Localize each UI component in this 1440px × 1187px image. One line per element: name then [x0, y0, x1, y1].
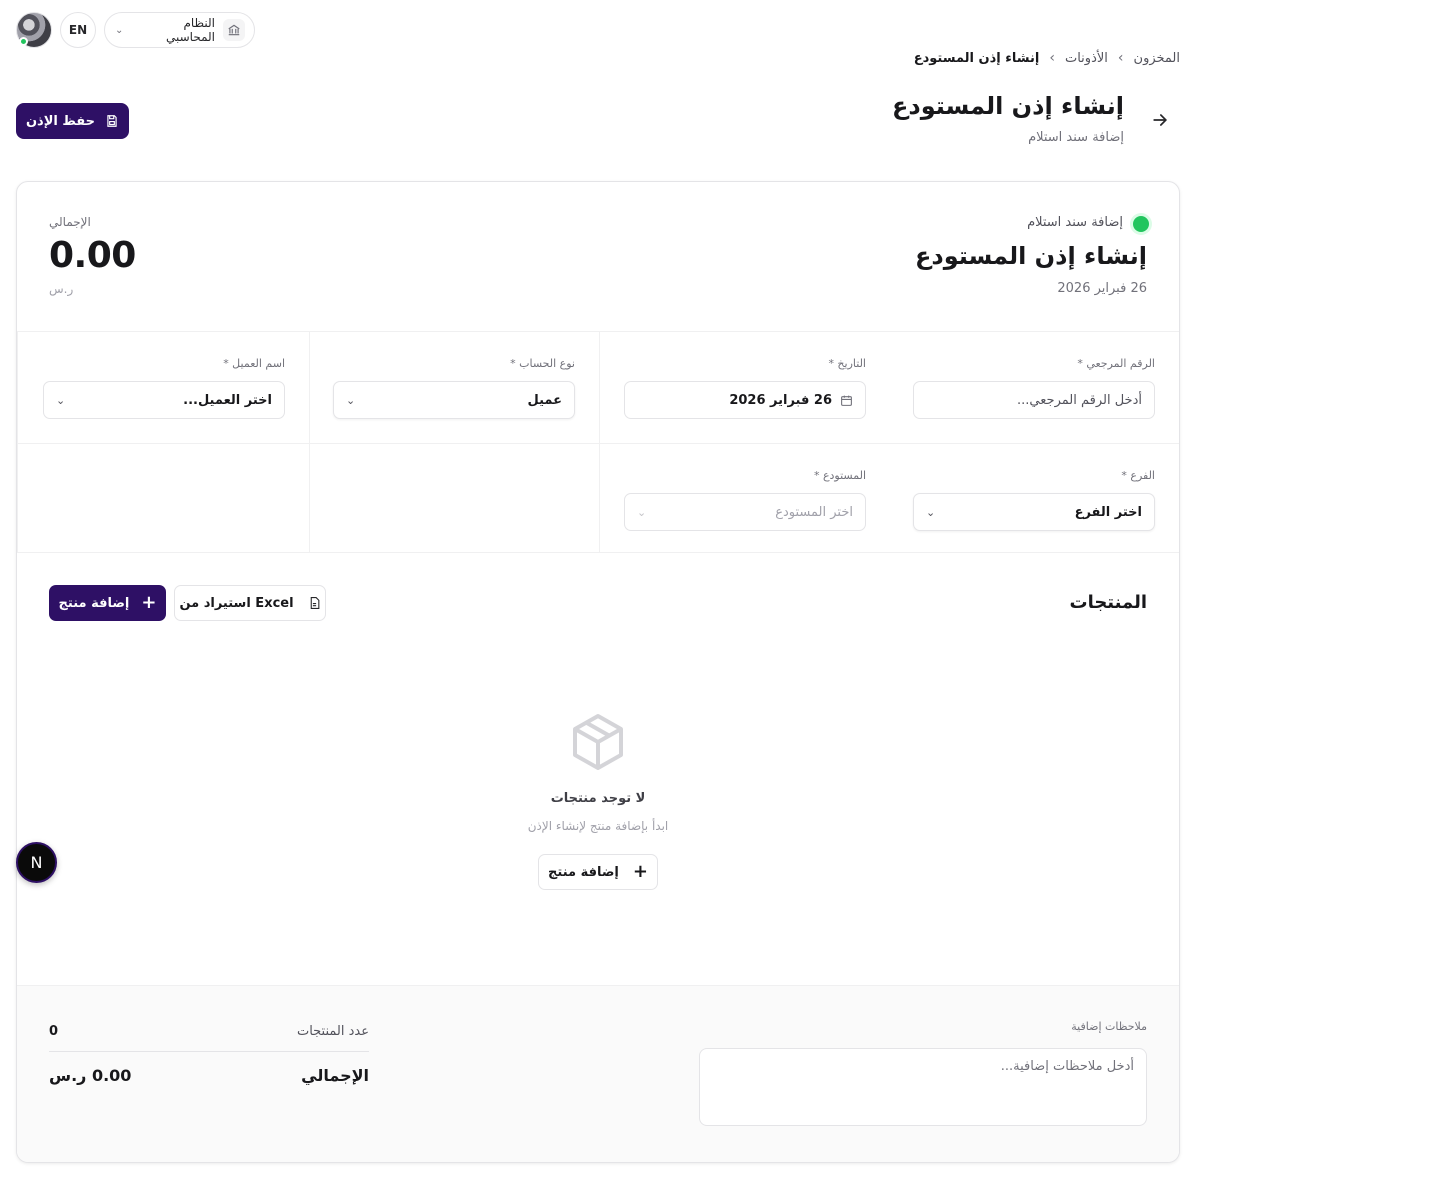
chevron-left-icon: ‹	[1117, 50, 1124, 66]
summary-count-label: عدد المنتجات	[296, 1024, 369, 1039]
account-type-value: عميل	[527, 392, 562, 408]
date-label: التاريخ *	[828, 357, 866, 370]
warehouse-select[interactable]: اختر المستودع ⌄	[624, 493, 866, 531]
reference-label: الرقم المرجعي *	[1077, 357, 1155, 370]
plus-icon: +	[632, 861, 648, 882]
date-field-cell: التاريخ * 26 فبراير 2026	[599, 332, 890, 443]
customer-field-cell: اسم العميل * اختر العميل... ⌄	[17, 332, 309, 443]
system-selector-label: النظام المحاسبي	[165, 16, 215, 44]
total-currency: ر.س	[49, 282, 74, 296]
summary-total-label: الإجمالي	[301, 1066, 369, 1085]
warehouse-field-cell: المستودع * اختر المستودع ⌄	[599, 443, 890, 553]
empty-state-subtitle: ابدأ بإضافة منتج لإنشاء الإذن	[527, 819, 669, 833]
add-product-label: إضافة منتج	[58, 595, 130, 611]
warehouse-label: المستودع *	[813, 469, 866, 482]
breadcrumb: المخزون ‹ الأذونات ‹ إنشاء إذن المستودع	[914, 48, 1180, 68]
account-type-select[interactable]: عميل ⌄	[333, 381, 575, 419]
summary-count-value: 0	[49, 1024, 59, 1039]
save-icon	[107, 115, 117, 127]
empty-cell	[309, 443, 599, 553]
branch-label: الفرع *	[1121, 469, 1155, 482]
date-picker[interactable]: 26 فبراير 2026	[624, 381, 866, 419]
empty-add-product-label: إضافة منتج	[548, 864, 619, 880]
chevron-down-icon: ⌄	[637, 505, 647, 519]
permit-card: إضافة سند استلام إنشاء إذن المستودع 26 ف…	[16, 181, 1180, 1163]
account-type-field-cell: نوع الحساب * عميل ⌄	[309, 332, 599, 443]
import-excel-button[interactable]: استيراد من Excel	[174, 585, 326, 621]
bank-icon	[223, 19, 245, 41]
status-label: إضافة سند استلام	[1027, 215, 1123, 230]
date-value: 26 فبراير 2026	[729, 392, 832, 408]
chevron-down-icon: ⌄	[115, 24, 124, 36]
add-product-button[interactable]: + إضافة منتج	[49, 585, 166, 621]
status-dot	[1133, 216, 1149, 232]
total-value: 0.00	[49, 235, 136, 276]
chevron-left-icon: ‹	[1049, 50, 1055, 66]
summary: عدد المنتجات 0 الإجمالي 0.00 ر.س	[49, 1020, 369, 1085]
branch-select[interactable]: اختر الفرع ⌄	[913, 493, 1155, 531]
online-status-dot	[19, 37, 28, 46]
branch-value: اختر الفرع	[1074, 504, 1142, 520]
chevron-down-icon: ⌄	[346, 393, 356, 407]
file-icon	[310, 597, 319, 609]
import-excel-label: استيراد من Excel	[179, 595, 294, 611]
plus-icon: +	[141, 592, 157, 613]
system-selector[interactable]: ⌄ النظام المحاسبي	[104, 12, 255, 48]
empty-state-title: لا توجد منتجات	[550, 791, 646, 806]
breadcrumb-item-permits[interactable]: الأذونات	[1065, 51, 1108, 66]
page-subtitle: إضافة سند استلام	[1028, 130, 1124, 145]
summary-total-value: 0.00 ر.س	[49, 1066, 132, 1085]
account-type-label: نوع الحساب *	[510, 357, 575, 370]
box-icon	[572, 713, 624, 771]
empty-cell	[17, 443, 309, 553]
notes-label: ملاحظات إضافية	[1071, 1020, 1147, 1033]
total-caption: الإجمالي	[49, 215, 91, 229]
language-toggle-button[interactable]: EN	[60, 12, 96, 48]
customer-label: اسم العميل *	[223, 357, 285, 370]
save-permit-label: حفظ الإذن	[25, 113, 96, 129]
branch-field-cell: الفرع * اختر الفرع ⌄	[890, 443, 1179, 553]
chevron-down-icon: ⌄	[926, 505, 936, 519]
customer-select[interactable]: اختر العميل... ⌄	[43, 381, 285, 419]
warehouse-value: اختر المستودع	[775, 504, 853, 520]
document-title: إنشاء إذن المستودع	[915, 242, 1147, 270]
notes-textarea[interactable]: أدخل ملاحظات إضافية...	[699, 1048, 1147, 1126]
permit-form: الرقم المرجعي * أدخل الرقم المرجعي... ال…	[17, 331, 1179, 553]
breadcrumb-item-current: إنشاء إذن المستودع	[913, 50, 1040, 66]
card-footer: ملاحظات إضافية أدخل ملاحظات إضافية... عد…	[17, 985, 1179, 1162]
page-title: إنشاء إذن المستودع	[892, 92, 1124, 120]
products-title: المنتجات	[1069, 592, 1147, 613]
document-date: 26 فبراير 2026	[1057, 281, 1147, 296]
breadcrumb-item-inventory[interactable]: المخزون	[1134, 51, 1180, 66]
customer-value: اختر العميل...	[183, 392, 272, 408]
reference-placeholder: أدخل الرقم المرجعي...	[1017, 392, 1142, 408]
empty-add-product-button[interactable]: + إضافة منتج	[538, 854, 658, 890]
chevron-down-icon: ⌄	[56, 393, 66, 407]
summary-total-row: الإجمالي 0.00 ر.س	[49, 1066, 369, 1085]
summary-count-row: عدد المنتجات 0	[49, 1020, 369, 1052]
notes-placeholder: أدخل ملاحظات إضافية...	[1000, 1059, 1134, 1074]
floating-assistant-button[interactable]: N	[16, 842, 57, 883]
save-permit-button[interactable]: حفظ الإذن	[16, 103, 129, 139]
reference-field-cell: الرقم المرجعي * أدخل الرقم المرجعي...	[890, 332, 1179, 443]
back-arrow-icon[interactable]	[1150, 110, 1170, 130]
reference-input[interactable]: أدخل الرقم المرجعي...	[913, 381, 1155, 419]
calendar-icon	[841, 395, 852, 406]
